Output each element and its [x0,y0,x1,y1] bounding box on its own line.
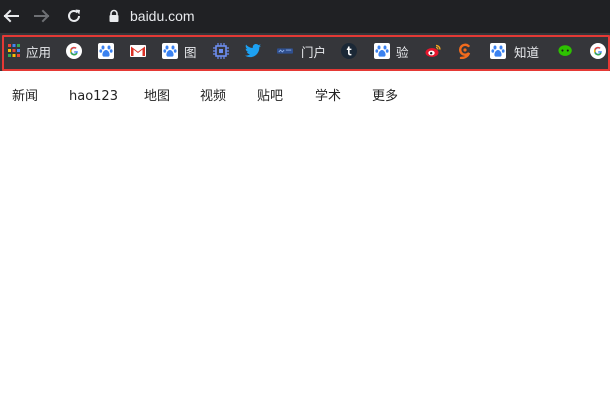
nav-link-more[interactable]: 更多 [372,86,398,108]
google-icon [590,43,606,59]
bookmark-gmail[interactable] [130,39,146,63]
bookmark-twitter[interactable] [245,39,261,63]
bookmark-label: 知道 [514,44,540,60]
nav-link-map[interactable]: 地图 [144,86,170,108]
lock-icon [109,9,119,22]
bookmark-apps[interactable]: 应用 [6,39,51,63]
bookmark-baidu-zhidao[interactable]: 知道 [490,39,539,63]
wechat-icon [558,43,574,59]
reload-icon [68,9,80,22]
forward-button[interactable] [31,5,53,27]
bookmark-swirl[interactable] [457,39,473,63]
top-nav-links: 新闻 hao123 地图 视频 贴吧 学术 更多 [0,86,610,108]
nav-link-news[interactable]: 新闻 [12,86,38,108]
apps-grid-icon [6,43,22,59]
nav-link-video[interactable]: 视频 [200,86,226,108]
bookmark-chip[interactable] [213,39,229,63]
baidu-paw-icon [374,43,390,59]
reload-button[interactable] [63,5,85,27]
bookmark-baidu-yan[interactable]: 验 [374,39,409,63]
baidu-paw-icon [162,43,178,59]
gmail-icon [130,43,146,59]
tumblr-icon [341,43,357,59]
chip-icon [213,43,229,59]
baidu-paw-icon [98,43,114,59]
bookmark-weibo[interactable] [425,39,441,63]
nav-link-tieba[interactable]: 贴吧 [257,86,283,108]
back-arrow-icon [3,9,19,23]
baidu-paw-icon [490,43,506,59]
bookmark-label: 验 [396,44,409,60]
bookmark-label: 门户 [301,44,327,60]
address-bar-url[interactable]: baidu.com [130,6,195,26]
bookmark-wechat[interactable] [558,39,574,63]
forward-arrow-icon [34,9,50,23]
bookmark-tumblr[interactable] [341,39,357,63]
back-button[interactable] [0,5,22,27]
bookmark-baidu-image[interactable]: 图 [162,39,197,63]
nav-link-xueshu[interactable]: 学术 [315,86,341,108]
twitter-bird-icon [245,43,261,59]
bookmark-label: 图 [184,44,197,60]
nav-link-hao123[interactable]: hao123 [69,86,118,108]
weibo-icon [425,43,441,59]
browser-toolbar: baidu.com [0,0,610,33]
bookmark-label: 应用 [26,44,52,60]
bookmark-google[interactable] [66,39,82,63]
bookmark-google-2[interactable] [590,39,606,63]
google-icon [66,43,82,59]
bookmark-portal[interactable]: 门户 [277,39,326,63]
bookmarks-bar: 应用 图 门户 验 知道 [0,33,610,71]
portal-logo-icon [277,43,293,59]
bookmark-baidu[interactable] [98,39,114,63]
orange-swirl-icon [457,43,473,59]
